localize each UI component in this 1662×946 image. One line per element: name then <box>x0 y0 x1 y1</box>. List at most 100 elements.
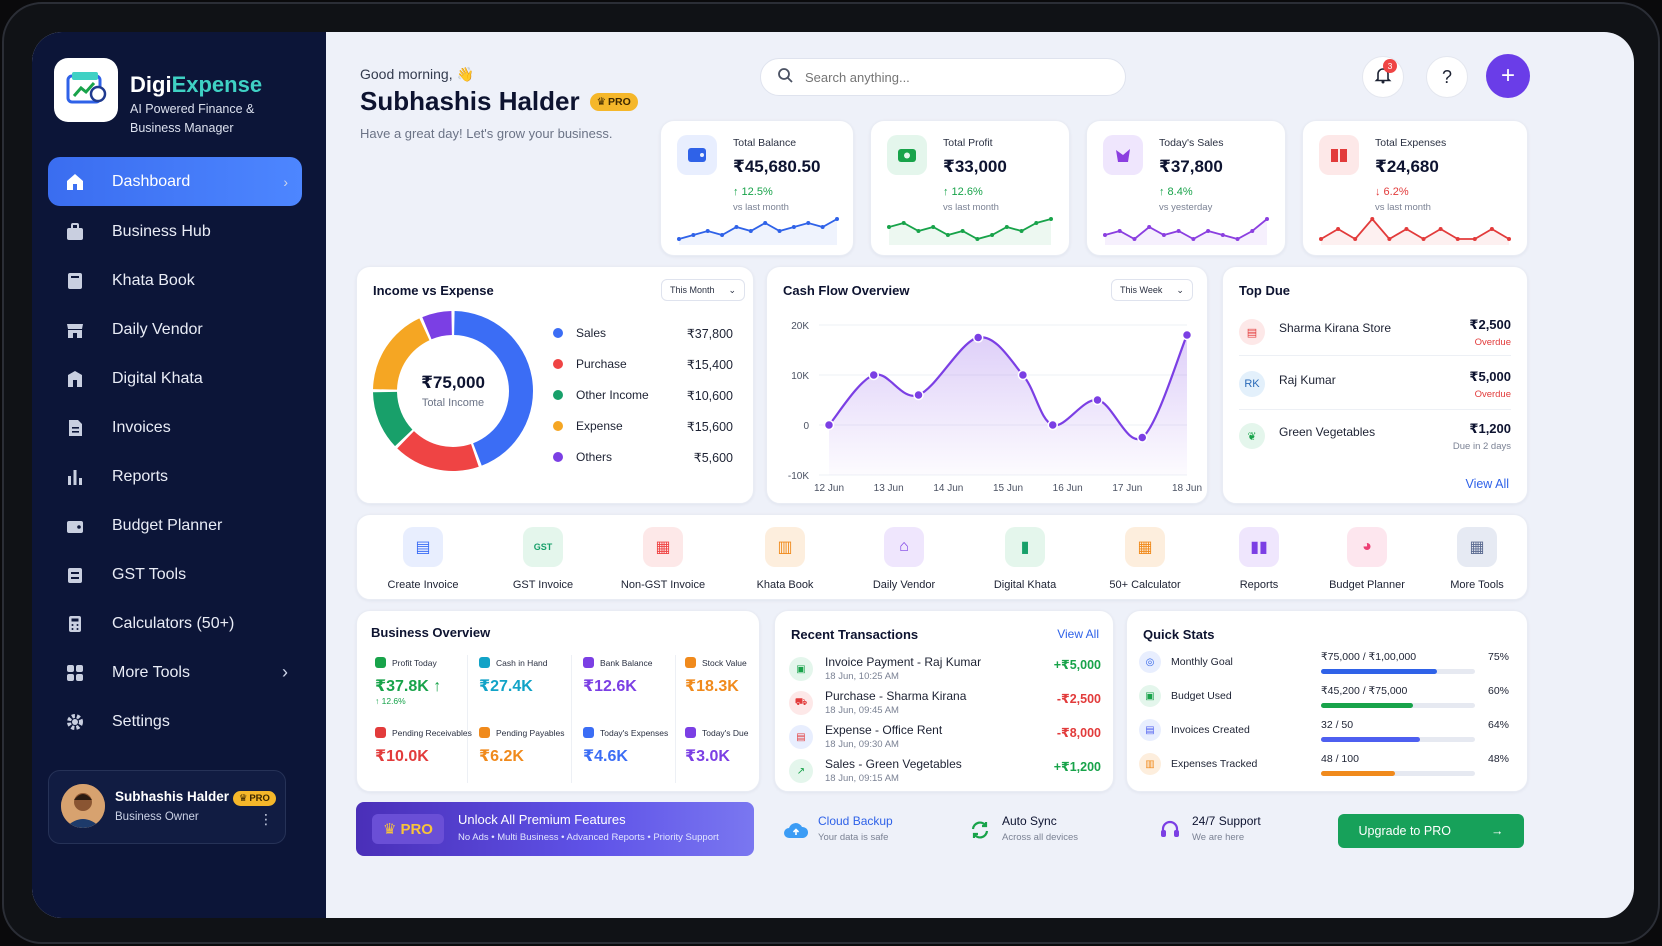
invoice-icon: ▤ <box>403 527 443 567</box>
period-select[interactable]: This Week ⌄ <box>1111 279 1193 301</box>
upgrade-label: Upgrade to PRO <box>1358 824 1451 838</box>
tool-non-gst-invoice[interactable]: ▦ Non-GST Invoice <box>608 527 718 591</box>
sparkline-point <box>1387 237 1392 241</box>
kpi-change: ↑ 12.5% <box>733 186 773 198</box>
sidebar-item-gst-tools[interactable]: GST Tools <box>48 550 302 599</box>
stat-icon <box>583 727 594 738</box>
sparkline-point <box>1034 221 1039 225</box>
sidebar-item-more-tools[interactable]: More Tools › <box>48 648 302 697</box>
due-item[interactable]: RK Raj Kumar ₹5,000 Overdue <box>1239 369 1511 413</box>
sidebar-item-digital-khata[interactable]: Digital Khata <box>48 354 302 403</box>
notifications-button[interactable]: 3 <box>1362 56 1404 98</box>
sparkline-point <box>734 225 739 229</box>
chevron-down-icon: ⌄ <box>1176 284 1184 295</box>
divider <box>1239 355 1511 356</box>
kpi-label: Total Expenses <box>1375 137 1447 149</box>
help-icon: ? <box>1441 66 1452 87</box>
search-input[interactable] <box>805 69 1085 85</box>
period-select[interactable]: This Month ⌄ <box>661 279 746 301</box>
kpi-card-todays-sales[interactable]: Today's Sales ₹37,800 ↑ 8.4% vs yesterda… <box>1086 120 1286 256</box>
transaction-row[interactable]: ▣ Invoice Payment - Raj Kumar 18 Jun, 10:2… <box>789 655 1101 689</box>
premium-promo-banner[interactable]: ♛ PRO Unlock All Premium Features No Ads … <box>356 802 754 856</box>
kpi-card-total-profit[interactable]: Total Profit ₹33,000 ↑ 12.6% vs last mon… <box>870 120 1070 256</box>
sidebar-item-calculators[interactable]: Calculators (50+) <box>48 599 302 648</box>
quick-stat-row: ▤ Invoices Created 32 / 50 64% <box>1139 719 1509 749</box>
tool-50-calculator[interactable]: ▦ 50+ Calculator <box>1090 527 1200 591</box>
sidebar-item-budget-planner[interactable]: Budget Planner <box>48 501 302 550</box>
cash-flow-point <box>1181 329 1193 341</box>
view-all-link[interactable]: View All <box>1465 477 1509 491</box>
transaction-name: Purchase - Sharma Kirana <box>825 689 967 703</box>
cash-flow-card: Cash Flow Overview This Week ⌄ 20K 10K 0 -10… <box>766 266 1208 504</box>
pro-badge: ♛ PRO <box>232 791 276 806</box>
sparkline-point <box>1455 237 1460 241</box>
chevron-right-icon: › <box>283 173 288 190</box>
sidebar-item-reports[interactable]: Reports <box>48 452 302 501</box>
tool-gst-invoice[interactable]: GST GST Invoice <box>488 527 598 591</box>
sidebar-item-dashboard[interactable]: Dashboard › <box>48 157 302 206</box>
user-profile-card[interactable]: Subhashis Halder ♛ PRO Business Owner ⋮ <box>48 770 286 844</box>
tool-create-invoice[interactable]: ▤ Create Invoice <box>368 527 478 591</box>
store-icon <box>64 319 86 341</box>
stat-icon <box>685 657 696 668</box>
bar-chart-icon: ▮▮ <box>1239 527 1279 567</box>
sidebar-item-label: More Tools <box>112 663 190 681</box>
cash-icon <box>887 135 927 175</box>
transaction-row[interactable]: ▤ Expense - Office Rent 18 Jun, 09:30 AM -₹… <box>789 723 1101 757</box>
tool-budget-planner[interactable]: ◕ Budget Planner <box>1312 527 1422 591</box>
sync-icon <box>966 816 994 844</box>
sidebar-item-invoices[interactable]: Invoices <box>48 403 302 452</box>
help-button[interactable]: ? <box>1426 56 1468 98</box>
divider <box>467 655 468 783</box>
kpi-label: Total Balance <box>733 137 797 149</box>
sparkline-point <box>1004 225 1009 229</box>
tool-reports[interactable]: ▮▮ Reports <box>1204 527 1314 591</box>
sparkline-line <box>1104 218 1268 241</box>
sparkline-area <box>1321 219 1509 245</box>
grid-icon: ▦ <box>1457 527 1497 567</box>
stat-label: Today's Expenses <box>583 727 683 738</box>
tool-more-tools[interactable]: ▦ More Tools <box>1422 527 1532 591</box>
due-item[interactable]: ❦ Green Vegetables ₹1,200 Due in 2 days <box>1239 421 1511 465</box>
avatar <box>61 784 105 828</box>
add-button[interactable]: + <box>1486 54 1530 98</box>
top-due-card: Top Due ▤ Sharma Kirana Store ₹2,500 Ove… <box>1222 266 1528 504</box>
search-bar[interactable] <box>760 58 1126 96</box>
sidebar-item-business-hub[interactable]: Business Hub <box>48 207 302 256</box>
more-options-icon[interactable]: ⋮ <box>259 811 273 828</box>
trend-up-icon: ↗ <box>789 759 813 783</box>
kpi-card-total-expenses[interactable]: Total Expenses ₹24,680 ↓ 6.2% vs last mo… <box>1302 120 1528 256</box>
x-tick-label: 17 Jun <box>1112 483 1142 494</box>
tool-khata-book[interactable]: ▥ Khata Book <box>730 527 840 591</box>
card-title: Quick Stats <box>1143 627 1215 642</box>
upgrade-button[interactable]: Upgrade to PRO → <box>1338 814 1524 848</box>
main-content: Good morning, 👋 Subhashis Halder ♛ PRO Ha… <box>326 32 1634 918</box>
sidebar-item-settings[interactable]: Settings <box>48 697 302 746</box>
transaction-row[interactable]: ⛟ Purchase - Sharma Kirana 18 Jun, 09:45 A… <box>789 689 1101 723</box>
tool-digital-khata[interactable]: ▮ Digital Khata <box>970 527 1080 591</box>
stat-label: Bank Balance <box>583 657 683 668</box>
quick-stat-percent: 48% <box>1487 753 1509 765</box>
stat-label: Cash in Hand <box>479 657 579 668</box>
sidebar-item-label: Daily Vendor <box>112 320 203 338</box>
sparkline-point <box>1265 217 1269 221</box>
brand-subtitle: AI Powered Finance & Business Manager <box>130 102 255 135</box>
cash-flow-point <box>1092 394 1103 406</box>
pro-badge: ♛ PRO <box>372 814 444 844</box>
tool-daily-vendor[interactable]: ⌂ Daily Vendor <box>849 527 959 591</box>
sidebar-item-khata-book[interactable]: Khata Book <box>48 256 302 305</box>
divider <box>1239 409 1511 410</box>
sparkline-point <box>1438 227 1443 231</box>
sidebar-item-daily-vendor[interactable]: Daily Vendor <box>48 305 302 354</box>
view-all-link[interactable]: View All <box>1057 627 1099 641</box>
sparkline-point <box>1370 217 1375 221</box>
transaction-row[interactable]: ↗ Sales - Green Vegetables 18 Jun, 09:15 A… <box>789 757 1101 791</box>
transaction-date: 18 Jun, 09:30 AM <box>825 739 899 750</box>
legend-item: Sales ₹37,800 <box>553 324 733 342</box>
sidebar-nav: Dashboard › Business Hub Khata Book Dail… <box>48 157 302 746</box>
kpi-card-total-balance[interactable]: Total Balance ₹45,680.50 ↑ 12.5% vs last… <box>660 120 854 256</box>
sparkline-area <box>889 219 1051 245</box>
store-icon: ▤ <box>1239 319 1265 345</box>
kpi-value: ₹33,000 <box>943 157 1007 176</box>
stat-value: ₹27.4K <box>479 678 533 695</box>
